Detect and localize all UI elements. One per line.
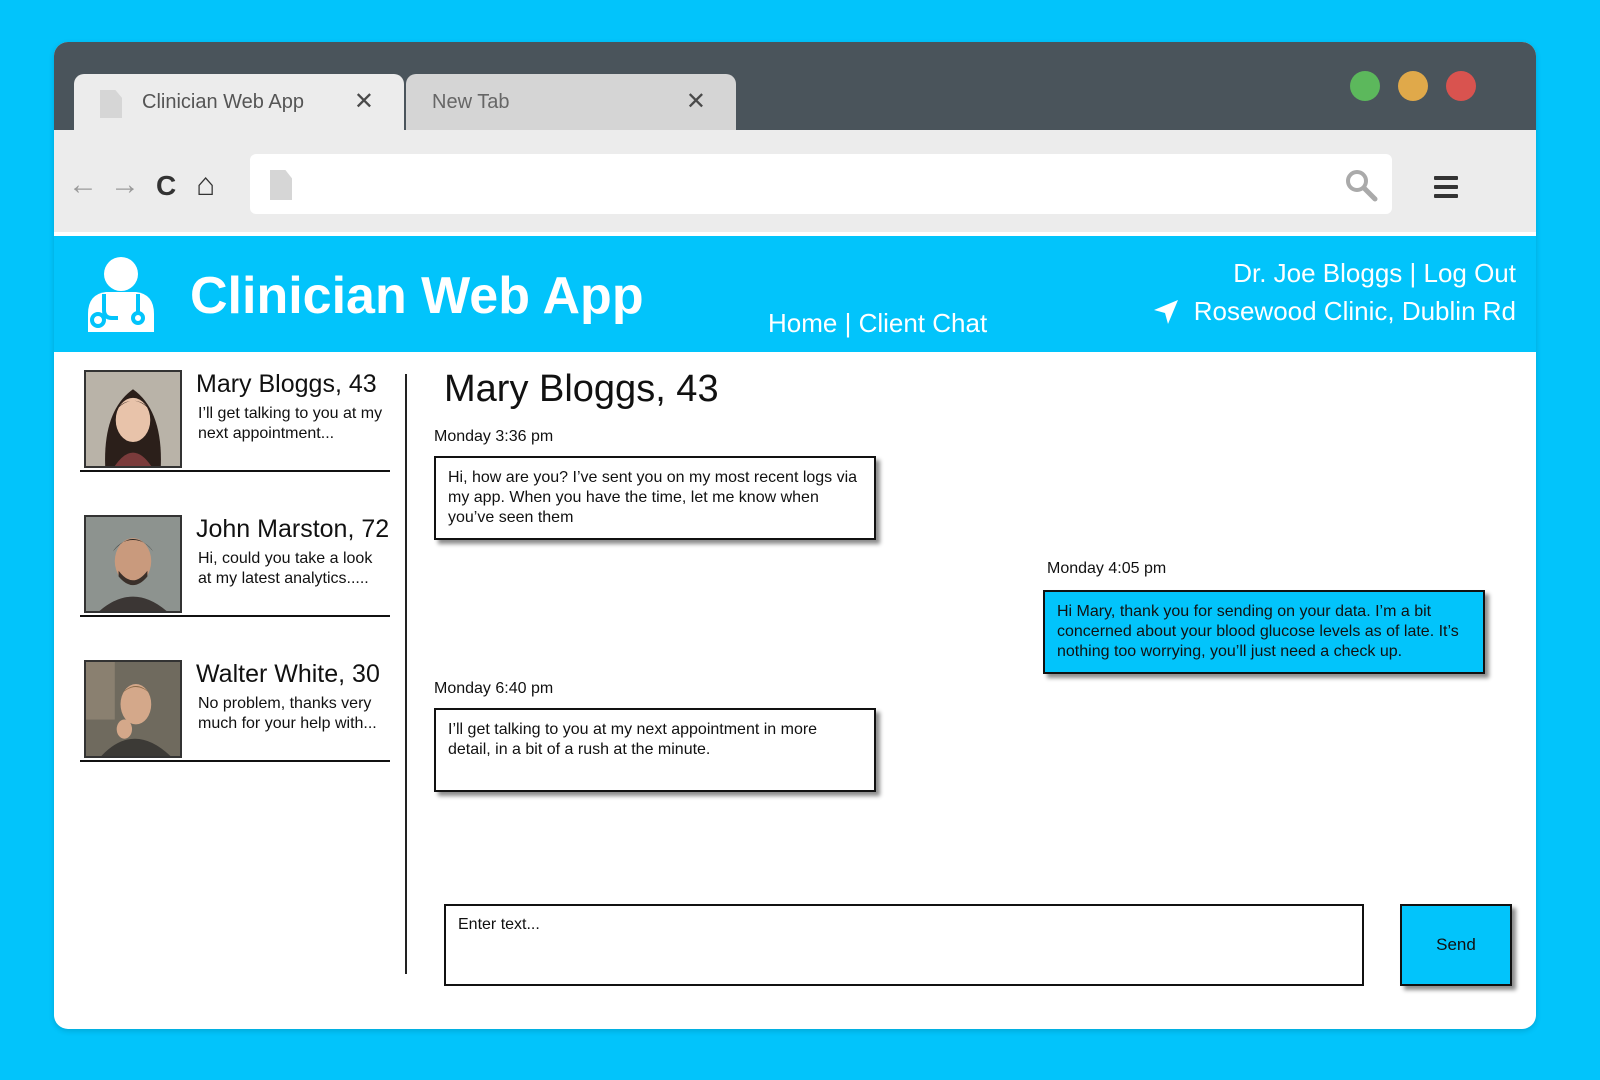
user-name-link[interactable]: Dr. Joe Bloggs xyxy=(1233,258,1402,288)
location-arrow-icon xyxy=(1153,299,1178,324)
close-tab-icon[interactable]: ✕ xyxy=(354,87,374,116)
divider xyxy=(80,760,390,762)
divider xyxy=(80,470,390,472)
address-bar[interactable] xyxy=(250,154,1392,214)
hamburger-menu-icon[interactable] xyxy=(1434,176,1458,198)
contact-item-mary-bloggs[interactable]: Mary Bloggs, 43 I’ll get talking to you … xyxy=(80,352,390,472)
nav-client-chat-link[interactable]: Client Chat xyxy=(859,308,988,338)
user-info: Dr. Joe Bloggs | Log Out xyxy=(1233,258,1516,289)
clinic-location: Rosewood Clinic, Dublin Rd xyxy=(1152,296,1516,327)
contact-name: Walter White, 30 xyxy=(196,660,380,688)
tab-clinician-web-app[interactable]: Clinician Web App ✕ xyxy=(74,74,404,130)
reload-icon[interactable]: C xyxy=(156,172,176,200)
app-header: Clinician Web App Home | Client Chat Dr.… xyxy=(54,236,1536,352)
tab-bar: Clinician Web App ✕ New Tab ✕ xyxy=(54,42,1536,130)
avatar xyxy=(84,660,182,758)
user-separator: | xyxy=(1402,258,1424,288)
avatar xyxy=(84,370,182,468)
sidebar-divider xyxy=(405,374,407,974)
send-button[interactable]: Send xyxy=(1400,904,1512,986)
nav-home-link[interactable]: Home xyxy=(768,308,837,338)
avatar xyxy=(84,515,182,613)
message-bubble-incoming: I’ll get talking to you at my next appoi… xyxy=(434,708,876,792)
search-icon[interactable] xyxy=(1344,168,1378,202)
main-nav: Home | Client Chat xyxy=(768,308,987,339)
contact-item-john-marston[interactable]: John Marston, 72 Hi, could you take a lo… xyxy=(80,497,390,617)
close-tab-icon[interactable]: ✕ xyxy=(686,87,706,116)
contact-item-walter-white[interactable]: Walter White, 30 No problem, thanks very… xyxy=(80,642,390,762)
message-bubble-outgoing: Hi Mary, thank you for sending on your d… xyxy=(1043,590,1485,674)
message-input[interactable]: Enter text... xyxy=(444,904,1364,986)
contact-name: John Marston, 72 xyxy=(196,515,390,543)
tab-new-tab[interactable]: New Tab ✕ xyxy=(406,74,736,130)
maximize-button[interactable] xyxy=(1350,71,1380,101)
message-timestamp: Monday 4:05 pm xyxy=(1047,560,1167,577)
document-icon xyxy=(100,90,122,118)
browser-toolbar: ← → C ⌂ xyxy=(54,130,1536,236)
chat-title: Mary Bloggs, 43 xyxy=(444,368,719,410)
clinician-logo-icon xyxy=(88,257,154,332)
message-timestamp: Monday 6:40 pm xyxy=(434,680,554,697)
app-title: Clinician Web App xyxy=(190,267,644,325)
contact-preview: Hi, could you take a look at my latest a… xyxy=(198,550,373,587)
contact-preview: I’ll get talking to you at my next appoi… xyxy=(198,405,383,442)
clinic-name: Rosewood Clinic, Dublin Rd xyxy=(1193,296,1516,326)
message-timestamp: Monday 3:36 pm xyxy=(434,428,554,445)
tab-title: New Tab xyxy=(432,91,510,113)
divider xyxy=(80,615,390,617)
message-bubble-incoming: Hi, how are you? I’ve sent you on my mos… xyxy=(434,456,876,540)
browser-window: Clinician Web App ✕ New Tab ✕ ← → C ⌂ Cl… xyxy=(54,42,1536,1029)
contact-preview: No problem, thanks very much for your he… xyxy=(198,695,377,732)
logout-link[interactable]: Log Out xyxy=(1423,258,1516,288)
forward-arrow-icon[interactable]: → xyxy=(110,170,140,200)
minimize-button[interactable] xyxy=(1398,71,1428,101)
tab-title: Clinician Web App xyxy=(142,91,304,113)
nav-separator: | xyxy=(837,308,859,338)
home-icon[interactable]: ⌂ xyxy=(196,168,215,200)
close-window-button[interactable] xyxy=(1446,71,1476,101)
page-icon xyxy=(270,170,292,200)
back-arrow-icon[interactable]: ← xyxy=(68,170,98,200)
contact-name: Mary Bloggs, 43 xyxy=(196,370,377,398)
